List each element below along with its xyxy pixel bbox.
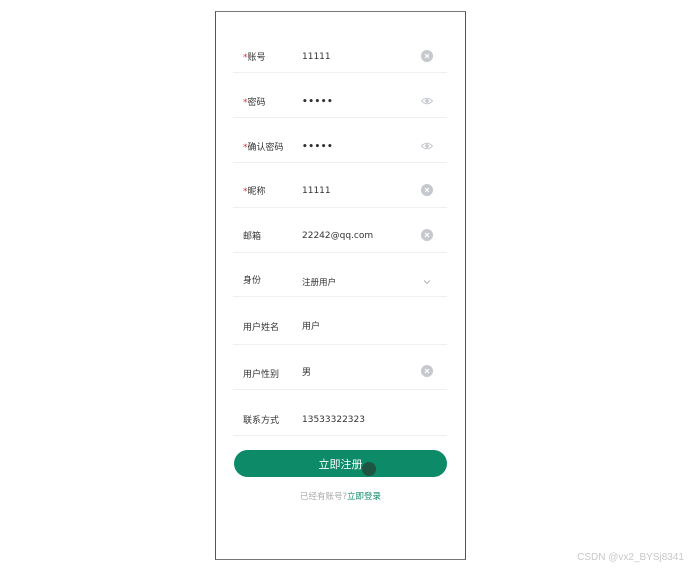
gender-label: 用户性别 <box>243 370 280 380</box>
chevron-down-icon[interactable] <box>421 276 433 288</box>
confirm-password-label: *确认密码 <box>243 142 284 154</box>
clear-icon[interactable] <box>421 365 433 377</box>
password-input[interactable]: ••••• <box>302 96 333 108</box>
login-prompt: 已经有账号?立即登录 <box>234 490 447 502</box>
email-row[interactable]: 邮箱 22242@qq.com <box>233 223 447 253</box>
watermark: CSDN @vx2_BYSj8341 <box>577 552 684 563</box>
register-button[interactable]: 立即注册 <box>234 450 447 477</box>
eye-icon[interactable] <box>421 95 433 107</box>
confirm-password-row[interactable]: *确认密码 ••••• <box>233 134 447 163</box>
user-name-input[interactable]: 用户 <box>302 321 320 333</box>
identity-label: 身份 <box>243 276 262 286</box>
clear-icon[interactable] <box>421 184 433 196</box>
account-input[interactable]: 11111 <box>302 51 331 63</box>
login-prompt-text: 已经有账号? <box>299 492 347 502</box>
nickname-input[interactable]: 11111 <box>302 185 331 197</box>
touch-cursor <box>362 462 376 476</box>
clear-icon[interactable] <box>421 229 433 241</box>
password-label: *密码 <box>243 97 266 109</box>
nickname-row[interactable]: *昵称 11111 <box>233 178 447 208</box>
account-label-text: 账号 <box>247 53 266 63</box>
account-label: *账号 <box>243 52 266 64</box>
email-label: 邮箱 <box>243 232 262 242</box>
nickname-label: *昵称 <box>243 186 266 198</box>
password-label-text: 密码 <box>247 98 266 108</box>
identity-select[interactable]: 注册用户 <box>302 277 336 289</box>
contact-input[interactable]: 13533322323 <box>302 414 365 426</box>
eye-icon[interactable] <box>421 140 433 152</box>
identity-row[interactable]: 身份 注册用户 <box>233 268 447 297</box>
nickname-label-text: 昵称 <box>247 187 266 197</box>
gender-row[interactable]: 用户性别 男 <box>233 360 447 390</box>
confirm-password-label-text: 确认密码 <box>247 143 284 153</box>
user-name-row[interactable]: 用户姓名 用户 <box>233 314 447 345</box>
email-input[interactable]: 22242@qq.com <box>302 230 373 242</box>
gender-input[interactable]: 男 <box>302 367 311 379</box>
confirm-password-input[interactable]: ••••• <box>302 141 333 153</box>
contact-row[interactable]: 联系方式 13533322323 <box>233 406 447 436</box>
password-row[interactable]: *密码 ••••• <box>233 89 447 118</box>
login-link[interactable]: 立即登录 <box>347 492 381 502</box>
user-name-label: 用户姓名 <box>243 323 280 333</box>
contact-label: 联系方式 <box>243 416 280 426</box>
clear-icon[interactable] <box>421 50 433 62</box>
account-row[interactable]: *账号 11111 <box>233 44 447 73</box>
